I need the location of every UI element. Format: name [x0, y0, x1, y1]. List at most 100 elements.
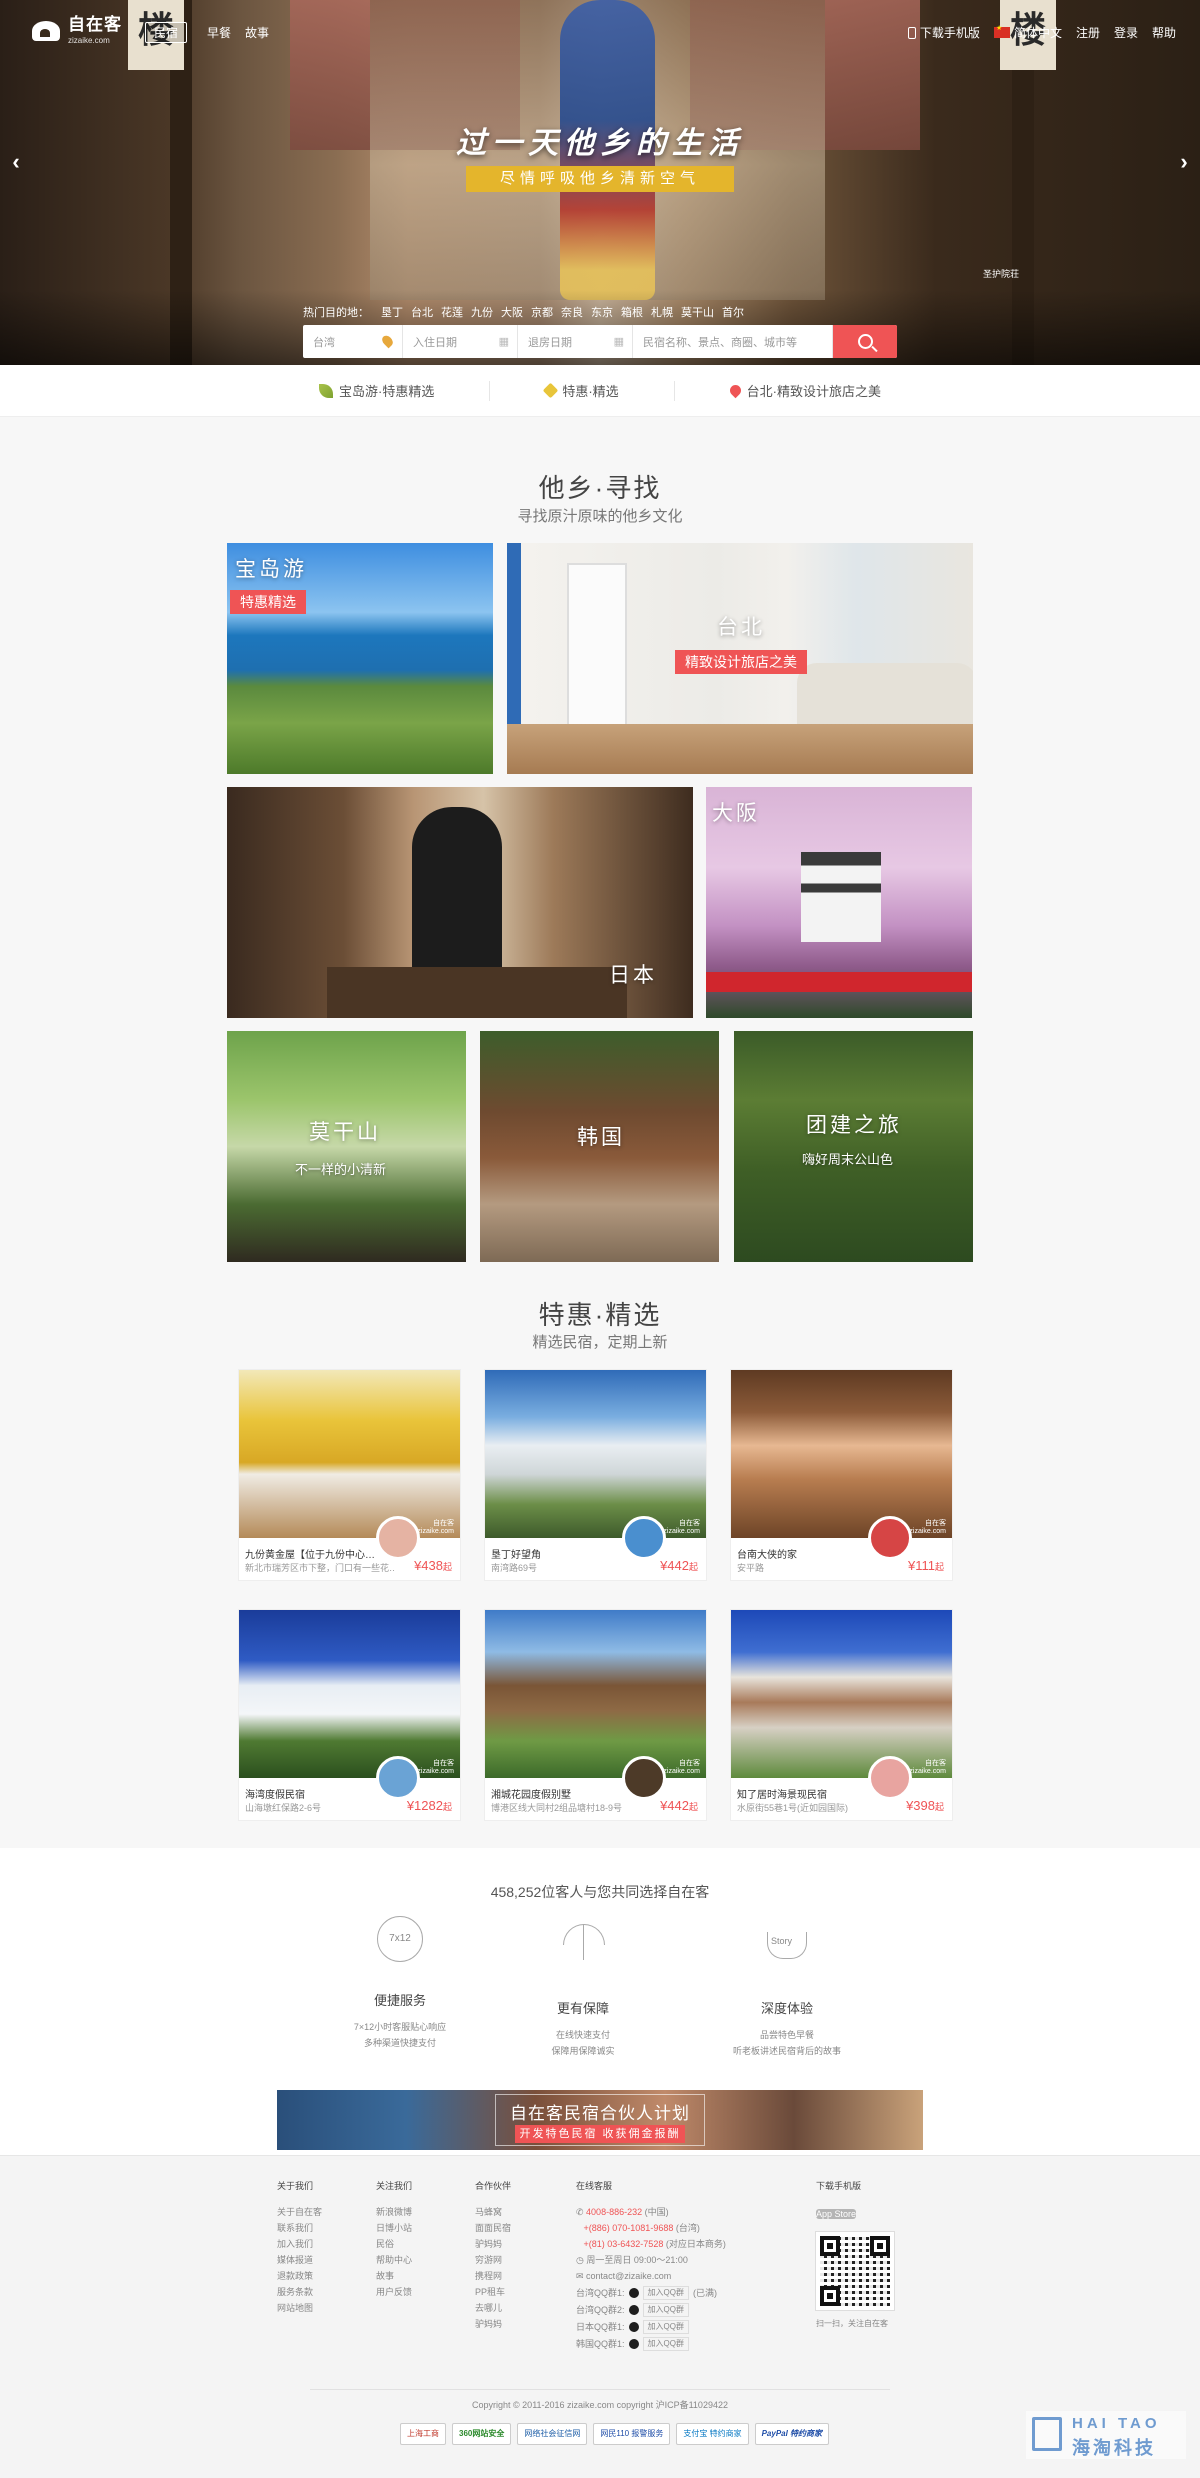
download-app-link[interactable]: 下载手机版: [907, 24, 980, 41]
search-bar: 台湾 入住日期 ▦ 退房日期 ▦ 民宿名称、景点、商圈、城市等: [303, 325, 897, 358]
listing-photo: [485, 1370, 706, 1538]
footer-link[interactable]: 网站地图: [277, 2303, 313, 2313]
tile-taibei[interactable]: 台北 精致设计旅店之美: [507, 543, 973, 774]
footer-link[interactable]: 新浪微博: [376, 2207, 412, 2217]
hot-dest-link[interactable]: 大阪: [501, 304, 523, 320]
listing-photo: [239, 1370, 460, 1538]
footer-link[interactable]: 故事: [376, 2271, 394, 2281]
promo-taipei-link[interactable]: 台北·精致设计旅店之美: [675, 381, 936, 401]
hot-dest-link[interactable]: 九份: [471, 304, 493, 320]
price-unit: 起: [688, 1562, 698, 1572]
coffee-cup-icon: [757, 1910, 817, 1970]
promo-baodao-link[interactable]: 宝岛游·特惠精选: [264, 380, 491, 401]
hot-dest-link[interactable]: 京都: [531, 304, 553, 320]
alipay-badge[interactable]: 支付宝 特约商家: [676, 2423, 749, 2445]
footer-link[interactable]: 联系我们: [277, 2223, 313, 2233]
nav-breakfast[interactable]: 早餐: [207, 24, 231, 41]
price-value: ¥442: [660, 1798, 689, 1813]
footer-link[interactable]: 民俗: [376, 2239, 394, 2249]
section-deals-title: 特惠·精选: [538, 1300, 662, 1330]
footer-link[interactable]: 服务条款: [277, 2287, 313, 2297]
listing-card[interactable]: 自在客 zizaike.com 垦丁好望角 南湾路69号 ¥442起: [484, 1369, 707, 1581]
hot-dest-link[interactable]: 札幌: [651, 304, 673, 320]
footer-link[interactable]: 媒体报道: [277, 2255, 313, 2265]
checkin-date-field[interactable]: 入住日期 ▦: [403, 325, 518, 358]
qq-label: 台湾QQ群2:: [576, 2305, 625, 2315]
footer-link[interactable]: 携程网: [475, 2271, 502, 2281]
footer-link[interactable]: 日博小站: [376, 2223, 412, 2233]
footer-link[interactable]: 面面民宿: [475, 2223, 511, 2233]
partner-cta-button[interactable]: 开发特色民宿 收获佣金报酬: [515, 2125, 685, 2143]
footer-heading: 合作伙伴: [475, 2181, 512, 2191]
listing-card[interactable]: 自在客 zizaike.com 九份黄金屋【位于九份中心… 新北市瑞芳区市下整，门…: [238, 1369, 461, 1581]
hot-dest-link[interactable]: 花莲: [441, 304, 463, 320]
site-logo[interactable]: 自在客 zizaike.com: [30, 16, 122, 45]
login-link[interactable]: 登录: [1114, 24, 1138, 41]
join-qq-button[interactable]: 加入QQ群: [642, 2320, 689, 2334]
language-selector[interactable]: 简体中文: [993, 24, 1062, 41]
listing-price: ¥442起: [660, 1798, 698, 1813]
map-pin-icon: [727, 382, 743, 399]
join-qq-button[interactable]: 加入QQ群: [642, 2286, 689, 2300]
city-select[interactable]: 台湾: [303, 325, 403, 358]
hot-dest-link[interactable]: 台北: [411, 304, 433, 320]
service-email[interactable]: ✉ contact@zizaike.com: [576, 2268, 726, 2284]
promo-deals-link[interactable]: 特惠·精选: [490, 380, 675, 401]
footer-link[interactable]: 驴妈妈: [475, 2239, 502, 2249]
listing-card[interactable]: 自在客 zizaike.com 知了居时海景现民宿 水原街55巷1号(近如园国际)…: [730, 1609, 953, 1821]
keyword-search-input[interactable]: 民宿名称、景点、商圈、城市等: [633, 325, 833, 358]
footer-link[interactable]: 帮助中心: [376, 2255, 412, 2265]
qq-note: (已满): [692, 2288, 717, 2298]
listing-card[interactable]: 自在客 zizaike.com 海湾度假民宿 山海墩红保路2-6号 ¥1282起: [238, 1609, 461, 1821]
app-store-button[interactable]: App Store: [816, 2209, 857, 2219]
hot-dest-link[interactable]: 箱根: [621, 304, 643, 320]
hot-dest-link[interactable]: 首尔: [722, 304, 744, 320]
watermark-line1: 自在客: [679, 1520, 700, 1527]
watermark-line1: 自在客: [433, 1760, 454, 1767]
hot-dest-link[interactable]: 奈良: [561, 304, 583, 320]
partner-program-banner[interactable]: 自在客民宿合伙人计划 开发特色民宿 收获佣金报酬: [277, 2090, 923, 2150]
credit-badge[interactable]: 网络社会征信网: [517, 2423, 588, 2445]
shanghai-aic-badge[interactable]: 上海工商: [400, 2423, 446, 2445]
tile-riben[interactable]: 日本: [227, 787, 693, 1018]
tile-hanguo[interactable]: 韩国: [480, 1031, 719, 1262]
listing-card[interactable]: 自在客 zizaike.com 台南大侠的家 安平路 ¥111起: [730, 1369, 953, 1581]
footer-link[interactable]: 关于自在客: [277, 2207, 322, 2217]
footer-link[interactable]: PP租车: [475, 2287, 505, 2297]
footer-link[interactable]: 驴妈妈: [475, 2319, 502, 2329]
promo-label: 宝岛游·特惠精选: [338, 384, 435, 399]
feature-desc-line: 听老板讲述民宿背后的故事: [732, 2046, 841, 2056]
360-security-badge[interactable]: 360网站安全: [452, 2423, 512, 2445]
tile-mogan[interactable]: 莫干山 不一样的小清新: [227, 1031, 466, 1262]
footer-link[interactable]: 去哪儿: [475, 2303, 502, 2313]
haitao-watermark: HAI TAO 海淘科技: [1026, 2411, 1186, 2459]
checkin-placeholder: 入住日期: [413, 336, 457, 349]
footer-link[interactable]: 加入我们: [277, 2239, 313, 2249]
qq-group-row: 韩国QQ群1: 加入QQ群: [576, 2336, 726, 2352]
hot-dest-link[interactable]: 垦丁: [381, 304, 403, 320]
tile-baodao[interactable]: 宝岛游 特惠精选: [227, 543, 493, 774]
listing-card[interactable]: 自在客 zizaike.com 湘城花园度假别墅 博港区线大同村2组品塘村18-9…: [484, 1609, 707, 1821]
tile-tuanjian[interactable]: 团建之旅 嗨好周末公山色: [734, 1031, 973, 1262]
help-link[interactable]: 帮助: [1152, 24, 1176, 41]
watermark-line2: zizaike.com: [909, 1768, 946, 1775]
footer-link[interactable]: 马蜂窝: [475, 2207, 502, 2217]
footer-link[interactable]: 穷游网: [475, 2255, 502, 2265]
join-qq-button[interactable]: 加入QQ群: [642, 2303, 689, 2317]
hot-dest-link[interactable]: 莫干山: [681, 304, 714, 320]
footer-link[interactable]: 用户反馈: [376, 2287, 412, 2297]
nav-stories[interactable]: 故事: [245, 24, 269, 41]
tile-daban[interactable]: 大阪: [706, 787, 972, 1018]
join-qq-button[interactable]: 加入QQ群: [642, 2337, 689, 2351]
police-badge[interactable]: 网民110 报警服务: [593, 2423, 671, 2445]
register-link[interactable]: 注册: [1076, 24, 1100, 41]
qr-caption: 扫一扫，关注自在客: [816, 2319, 888, 2328]
search-button[interactable]: [833, 325, 897, 358]
hot-dest-link[interactable]: 东京: [591, 304, 613, 320]
footer-link[interactable]: 退款政策: [277, 2271, 313, 2281]
paypal-badge[interactable]: PayPal 特约商家: [754, 2423, 830, 2445]
price-value: ¥111: [907, 1558, 935, 1573]
checkout-date-field[interactable]: 退房日期 ▦: [518, 325, 633, 358]
nav-minsu[interactable]: 民宿: [145, 22, 188, 43]
feature-guarantee: 更有保障 在线快速支付 保障用保障诚实: [503, 1910, 663, 2059]
